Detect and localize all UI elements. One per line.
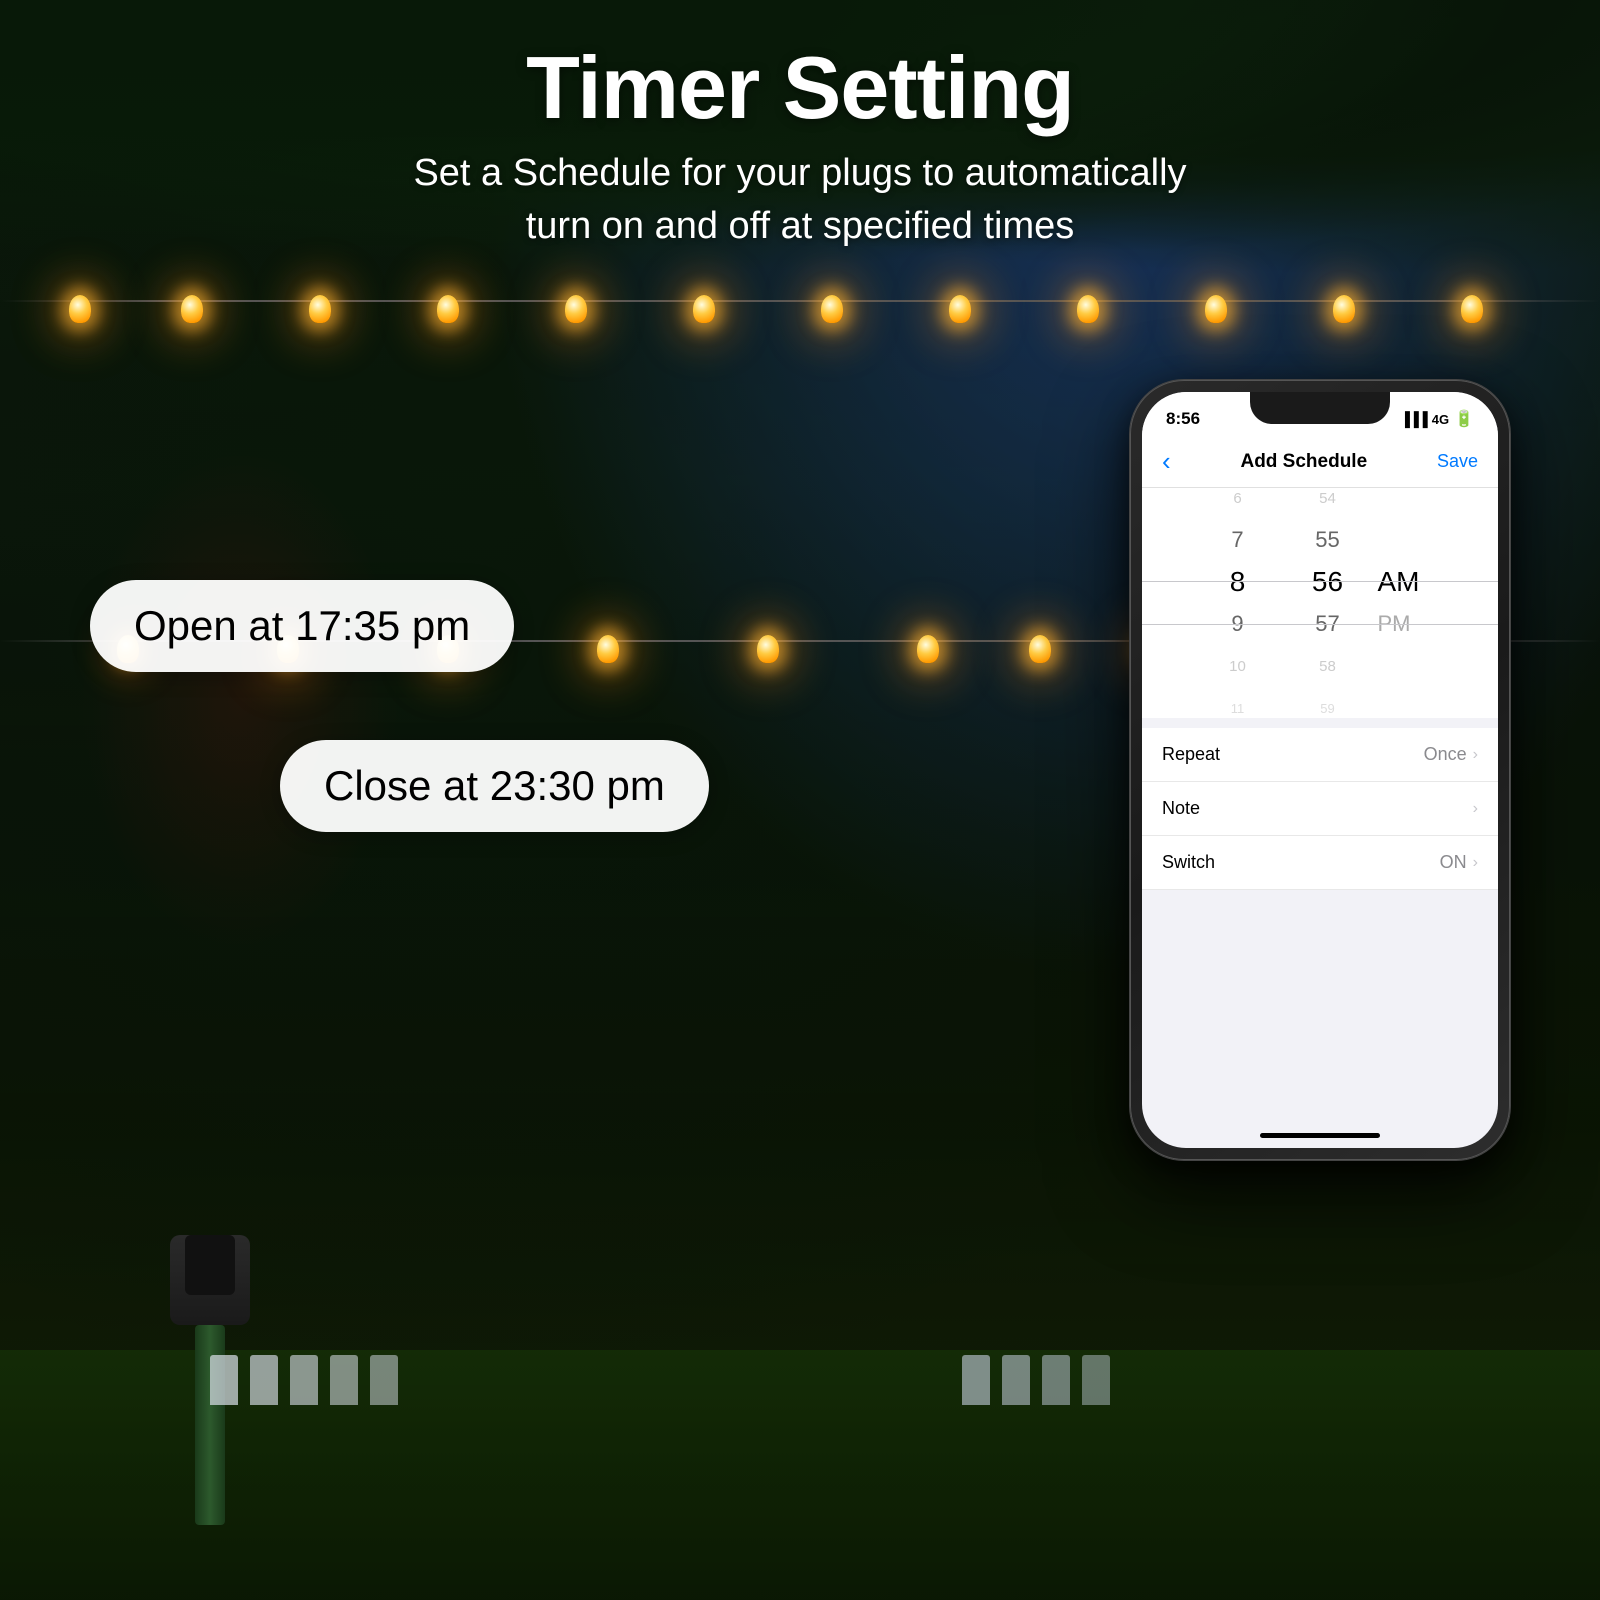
switch-label: Switch — [1162, 852, 1215, 873]
home-indicator — [1260, 1133, 1380, 1138]
note-value: › — [1473, 800, 1478, 818]
minute-picker-column[interactable]: 54 55 56 57 58 59 — [1283, 488, 1373, 718]
chevron-right-icon: › — [1473, 854, 1478, 872]
chair — [1042, 1355, 1070, 1405]
phone-mockup: 8:56 ▐▐▐ 4G 🔋 ‹ Add Schedule Save 6 — [1130, 380, 1510, 1160]
picker-item-minute-selected[interactable]: 56 — [1283, 563, 1373, 601]
picker-item-hour[interactable]: 6 — [1193, 488, 1283, 517]
repeat-row[interactable]: Repeat Once › — [1142, 728, 1498, 782]
picker-item-hour-selected[interactable]: 8 — [1193, 563, 1283, 601]
chair — [962, 1355, 990, 1405]
phone-shell: 8:56 ▐▐▐ 4G 🔋 ‹ Add Schedule Save 6 — [1130, 380, 1510, 1160]
note-label: Note — [1162, 798, 1200, 819]
phone-screen: 8:56 ▐▐▐ 4G 🔋 ‹ Add Schedule Save 6 — [1142, 392, 1498, 1148]
picker-item-minute[interactable]: 58 — [1283, 647, 1373, 685]
repeat-value-text: Once — [1424, 744, 1467, 765]
signal-bars-icon: ▐▐▐ — [1400, 411, 1427, 427]
chair — [370, 1355, 398, 1405]
phone-notch — [1250, 392, 1390, 424]
battery-icon: 🔋 — [1454, 409, 1474, 429]
header-section: Timer Setting Set a Schedule for your pl… — [0, 40, 1600, 253]
picker-item-minute[interactable]: 54 — [1283, 488, 1373, 517]
status-icons: ▐▐▐ 4G 🔋 — [1400, 409, 1474, 429]
chair — [210, 1355, 238, 1405]
time-picker[interactable]: 6 7 8 9 10 11 54 55 56 57 58 59 — [1142, 488, 1498, 718]
switch-value: ON › — [1440, 852, 1478, 873]
picker-item-minute[interactable]: 59 — [1283, 689, 1373, 718]
chair — [250, 1355, 278, 1405]
picker-item-minute[interactable]: 57 — [1283, 605, 1373, 643]
picker-item-hour[interactable]: 11 — [1193, 689, 1283, 718]
save-button[interactable]: Save — [1437, 451, 1478, 472]
picker-item-hour[interactable]: 7 — [1193, 521, 1283, 559]
signal-type: 4G — [1432, 412, 1449, 427]
chair — [330, 1355, 358, 1405]
status-time: 8:56 — [1166, 409, 1200, 429]
hour-picker-column[interactable]: 6 7 8 9 10 11 — [1193, 488, 1283, 718]
ampm-picker-column[interactable]: AM PM — [1378, 488, 1448, 718]
note-row[interactable]: Note › — [1142, 782, 1498, 836]
back-button[interactable]: ‹ — [1162, 446, 1171, 477]
pm-option[interactable]: PM — [1378, 605, 1411, 643]
chair — [290, 1355, 318, 1405]
repeat-label: Repeat — [1162, 744, 1220, 765]
page-subtitle: Set a Schedule for your plugs to automat… — [0, 147, 1600, 253]
am-option[interactable]: AM — [1378, 563, 1420, 601]
picker-item-hour[interactable]: 9 — [1193, 605, 1283, 643]
picker-item-minute[interactable]: 55 — [1283, 521, 1373, 559]
screen-title: Add Schedule — [1240, 451, 1367, 473]
settings-section: Repeat Once › Note › Switch — [1142, 728, 1498, 890]
bubble-close: Close at 23:30 pm — [280, 740, 709, 832]
page-title: Timer Setting — [0, 40, 1600, 137]
picker-item-hour[interactable]: 10 — [1193, 647, 1283, 685]
switch-state-text: ON — [1440, 852, 1467, 873]
switch-row[interactable]: Switch ON › — [1142, 836, 1498, 890]
chair — [1082, 1355, 1110, 1405]
chairs-left — [210, 1355, 398, 1405]
chairs-right — [962, 1355, 1110, 1405]
chevron-right-icon: › — [1473, 800, 1478, 818]
bubble-open: Open at 17:35 pm — [90, 580, 514, 672]
app-navigation-bar: ‹ Add Schedule Save — [1142, 436, 1498, 488]
chevron-right-icon: › — [1473, 746, 1478, 764]
repeat-value: Once › — [1424, 744, 1478, 765]
chair — [1002, 1355, 1030, 1405]
